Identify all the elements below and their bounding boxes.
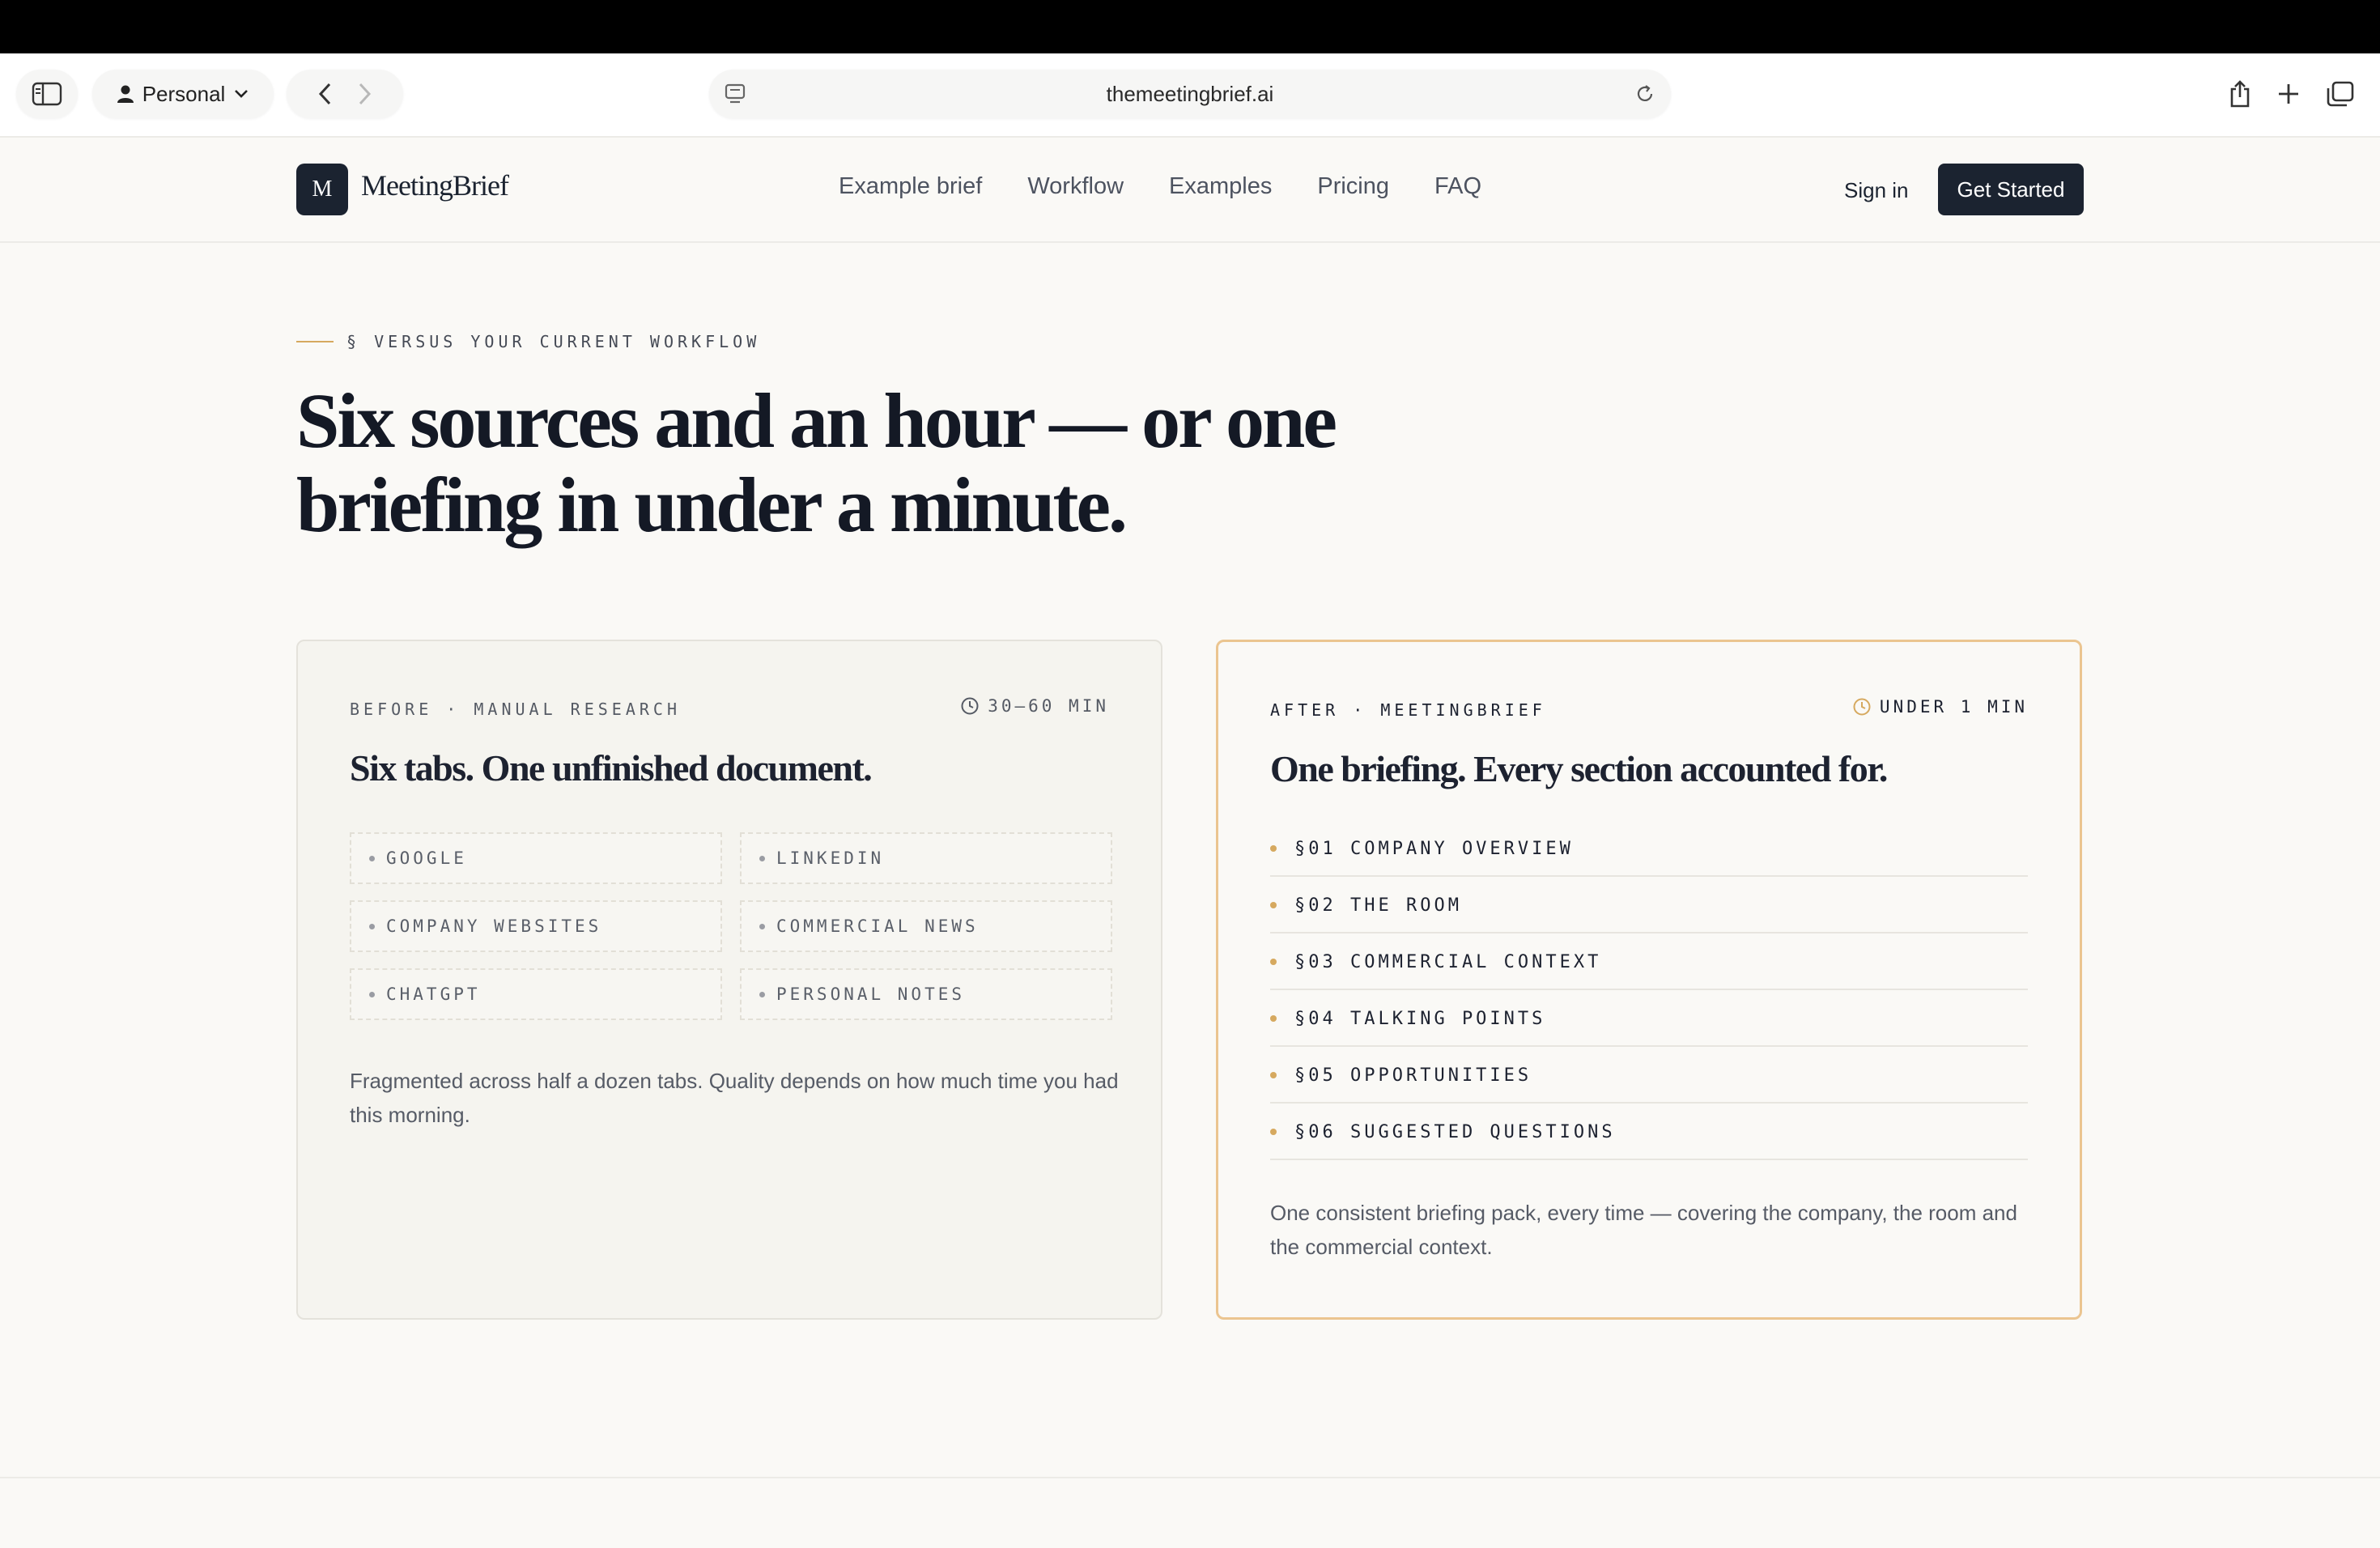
plus-icon[interactable]: [2276, 82, 2301, 106]
site-header: M MeetingBrief Example brief Workflow Ex…: [0, 138, 2380, 243]
nav-examples[interactable]: Examples: [1169, 173, 1272, 200]
section-label: §04 TALKING POINTS: [1294, 1008, 1546, 1029]
list-item: §01 COMPANY OVERVIEW: [1270, 822, 2028, 877]
bullet-dot: [369, 855, 375, 861]
tabs-overview-icon[interactable]: [2325, 80, 2356, 108]
section-label: §03 COMMERCIAL CONTEXT: [1294, 951, 1602, 972]
section-eyebrow: § VERSUS YOUR CURRENT WORKFLOW: [296, 332, 760, 351]
after-time-text: UNDER 1 MIN: [1879, 697, 2028, 717]
eyebrow-text: § VERSUS YOUR CURRENT WORKFLOW: [346, 332, 761, 351]
before-title: Six tabs. One unfinished document.: [350, 747, 873, 789]
source-chip: CHATGPT: [350, 968, 722, 1020]
source-chip: PERSONAL NOTES: [740, 968, 1112, 1020]
history-nav: [287, 70, 403, 118]
bullet-dot: [369, 991, 375, 997]
before-card: BEFORE · MANUAL RESEARCH 30–60 MIN Six t…: [296, 640, 1162, 1320]
nav-faq[interactable]: FAQ: [1434, 173, 1481, 200]
bullet-dot: [759, 923, 765, 929]
headline-line-1: Six sources and an hour — or one: [296, 377, 1337, 464]
address-bar[interactable]: themeetingbrief.ai: [709, 70, 1671, 118]
section-label: §02 THE ROOM: [1294, 895, 1462, 916]
source-label: PERSONAL NOTES: [776, 985, 966, 1004]
before-label: BEFORE · MANUAL RESEARCH: [350, 700, 681, 719]
reload-icon[interactable]: [1634, 83, 1656, 105]
after-time: UNDER 1 MIN: [1852, 697, 2028, 717]
before-time-text: 30–60 MIN: [988, 696, 1109, 716]
bullet-dot: [759, 855, 765, 861]
list-item: §06 SUGGESTED QUESTIONS: [1270, 1105, 2028, 1160]
share-icon[interactable]: [2228, 79, 2252, 108]
section-label: §01 COMPANY OVERVIEW: [1294, 838, 1574, 859]
brief-sections-list: §01 COMPANY OVERVIEW §02 THE ROOM §03 CO…: [1270, 820, 2028, 1160]
after-card: AFTER · MEETINGBRIEF UNDER 1 MIN One bri…: [1216, 640, 2082, 1320]
profile-button[interactable]: Personal: [92, 70, 274, 118]
profile-label: Personal: [142, 81, 226, 106]
sign-in-link[interactable]: Sign in: [1844, 178, 1909, 203]
source-label: COMPANY WEBSITES: [386, 916, 602, 936]
section-label: §06 SUGGESTED QUESTIONS: [1294, 1121, 1616, 1142]
eyebrow-rule: [296, 341, 334, 342]
bullet-dot: [1270, 845, 1277, 852]
list-item: §03 COMMERCIAL CONTEXT: [1270, 935, 2028, 990]
before-time: 30–60 MIN: [960, 696, 1109, 716]
bullet-dot: [1270, 1015, 1277, 1022]
url-text: themeetingbrief.ai: [1106, 81, 1274, 106]
sidebar-toggle-button[interactable]: [16, 70, 78, 118]
source-grid: GOOGLE LINKEDIN COMPANY WEBSITES COMMERC…: [350, 832, 1112, 1020]
headline-line-2: briefing in under a minute.: [296, 461, 1128, 548]
bullet-dot: [759, 991, 765, 997]
bullet-dot: [1270, 1129, 1277, 1135]
nav-example-brief[interactable]: Example brief: [839, 173, 982, 200]
list-item: §04 TALKING POINTS: [1270, 992, 2028, 1047]
source-label: LINKEDIN: [776, 848, 885, 868]
nav-pricing[interactable]: Pricing: [1317, 173, 1389, 200]
clock-icon: [961, 697, 979, 715]
after-description: One consistent briefing pack, every time…: [1270, 1201, 2017, 1259]
list-item: §02 THE ROOM: [1270, 878, 2028, 933]
bullet-dot: [1270, 902, 1277, 908]
bullet-dot: [1270, 1072, 1277, 1078]
source-label: CHATGPT: [386, 985, 481, 1004]
get-started-button[interactable]: Get Started: [1938, 164, 2084, 215]
source-chip: LINKEDIN: [740, 832, 1112, 884]
browser-actions: [2228, 70, 2356, 118]
before-description: Fragmented across half a dozen tabs. Qua…: [350, 1069, 1119, 1127]
source-chip: COMPANY WEBSITES: [350, 900, 722, 952]
source-chip: COMMERCIAL NEWS: [740, 900, 1112, 952]
source-chip: GOOGLE: [350, 832, 722, 884]
after-label: AFTER · MEETINGBRIEF: [1270, 700, 1546, 720]
list-item: §05 OPPORTUNITIES: [1270, 1048, 2028, 1104]
page-title: Six sources and an hour — or one briefin…: [296, 379, 1349, 547]
back-icon[interactable]: [318, 82, 333, 106]
person-icon: [117, 85, 134, 103]
source-label: GOOGLE: [386, 848, 467, 868]
section-divider: [0, 1477, 2380, 1478]
after-title: One briefing. Every section accounted fo…: [1270, 748, 1888, 789]
system-top-bar: [0, 0, 2380, 53]
browser-toolbar: Personal themeetingbrief.ai: [0, 53, 2380, 138]
main-nav: Example brief Workflow Examples Pricing …: [839, 173, 1481, 200]
bullet-dot: [369, 923, 375, 929]
section-label: §05 OPPORTUNITIES: [1294, 1065, 1532, 1086]
logo-text[interactable]: MeetingBrief: [361, 168, 509, 202]
bullet-dot: [1270, 959, 1277, 965]
forward-icon[interactable]: [357, 82, 372, 106]
nav-workflow[interactable]: Workflow: [1027, 173, 1124, 200]
logo-mark[interactable]: M: [296, 164, 348, 215]
chevron-down-icon: [235, 90, 249, 98]
clock-icon: [1853, 698, 1871, 716]
source-label: COMMERCIAL NEWS: [776, 916, 979, 936]
sidebar-icon: [32, 82, 62, 106]
